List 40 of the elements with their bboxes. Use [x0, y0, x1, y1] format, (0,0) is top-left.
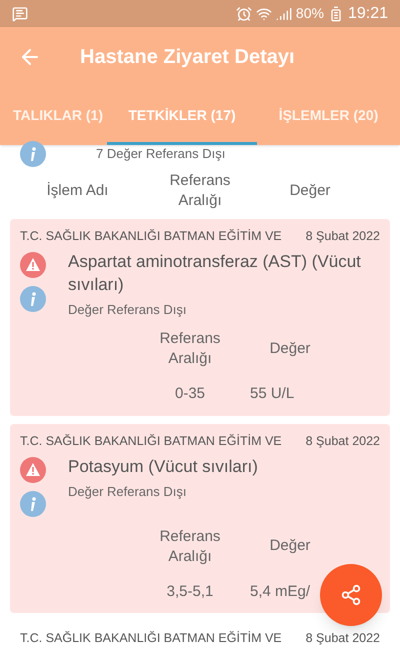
info-icon[interactable]	[20, 141, 46, 167]
test-name: Aspartat aminotransferaz (AST) (Vücut sıvıları)	[68, 250, 362, 296]
result-value: 5,4 mEg/	[249, 582, 312, 602]
warning-icon	[20, 456, 46, 482]
battery-percent: 80%	[296, 4, 324, 23]
column-header: Referans Aralığı	[168, 171, 232, 211]
test-name: Potasyum (Vücut sıvıları)	[68, 456, 258, 478]
column-header: Referans Aralığı	[158, 329, 222, 370]
summary-note: 7 Değer Referans Dışı	[96, 145, 226, 164]
wifi-icon	[256, 6, 272, 22]
institution-name: T.C. SAĞLIK BAKANLIĞI BATMAN EĞİTİM VE	[20, 432, 282, 450]
warning-icon	[20, 252, 46, 278]
institution-name: T.C. SAĞLIK BAKANLIĞI BATMAN EĞİTİM VE	[20, 630, 282, 647]
signal-icon	[276, 6, 292, 22]
result-date: 8 Şubat 2022	[306, 228, 380, 245]
info-icon[interactable]	[20, 286, 46, 312]
clock: 19:21	[348, 4, 388, 24]
column-header: Değer	[268, 536, 312, 556]
result-card[interactable]: T.C. SAĞLIK BAKANLIĞI BATMAN EĞİTİM VE 8 Şubat 2022 Aspartat aminotransferaz (AST) (Vücut sıvıları) Değer Referans Dışı Referans Aralığı Değer 0-35 55 U/L	[10, 219, 390, 416]
status-note: Değer Referans Dışı	[68, 300, 188, 319]
alarm-icon	[236, 6, 252, 22]
tab[interactable]: İŞLEMLER (20)	[257, 89, 400, 145]
tab[interactable]: TALIKLAR (1)	[0, 89, 107, 145]
column-header: Referans Aralığı	[158, 526, 222, 566]
result-date: 8 Şubat 2022	[306, 630, 380, 647]
status-note: Değer Referans Dışı	[68, 482, 188, 501]
info-icon[interactable]	[20, 490, 46, 516]
result-card[interactable]: T.C. SAĞLIK BAKANLIĞI BATMAN EĞİTİM VE 8 Şubat 2022 Potasyum (Vücut sıvıları) Değer Referans Dışı Referans Aralığı Değer 3,5-5,1 5,4 mEg/	[10, 424, 390, 613]
column-header: Değer	[288, 181, 332, 201]
share-icon	[340, 584, 362, 606]
institution-name: T.C. SAĞLIK BAKANLIĞI BATMAN EĞİTİM VE	[20, 228, 282, 245]
column-header: İşlem Adı	[46, 181, 110, 201]
result-date: 8 Şubat 2022	[306, 432, 380, 450]
result-value: 55 U/L	[249, 384, 296, 404]
tab[interactable]: TETKİKLER (17)	[107, 89, 257, 145]
column-header: Değer	[268, 339, 312, 359]
screen-title: Hastane Ziyaret Detayı	[80, 45, 295, 70]
range-value: 0-35	[174, 384, 206, 404]
range-value: 3,5-5,1	[166, 582, 214, 602]
message-icon	[12, 6, 28, 22]
